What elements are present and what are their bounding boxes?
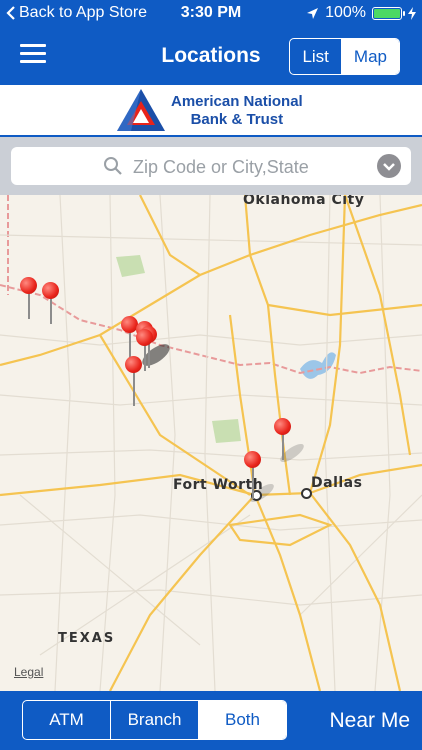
search-icon bbox=[104, 157, 122, 175]
nav-bar: Locations List Map bbox=[0, 28, 422, 85]
map-label-texas: TEXAS bbox=[58, 631, 116, 646]
map-view[interactable]: Oklahoma City Fort Worth Dallas TEXAS Le… bbox=[0, 195, 422, 691]
location-pin[interactable] bbox=[274, 418, 292, 462]
location-pin[interactable] bbox=[125, 356, 143, 406]
view-toggle: List Map bbox=[289, 38, 400, 75]
search-dropdown-button[interactable] bbox=[377, 154, 401, 178]
chevron-down-icon bbox=[383, 163, 395, 171]
location-pin[interactable] bbox=[42, 282, 60, 326]
hamburger-menu-icon[interactable] bbox=[20, 44, 46, 64]
city-marker-dallas bbox=[301, 488, 312, 499]
filter-branch-button[interactable]: Branch bbox=[111, 701, 199, 739]
location-arrow-icon bbox=[307, 7, 319, 19]
bank-name: American National Bank & Trust bbox=[171, 93, 303, 129]
map-label-oklahoma-city: Oklahoma City bbox=[243, 195, 365, 208]
near-me-button[interactable]: Near Me bbox=[329, 709, 410, 733]
map-label-dallas: Dallas bbox=[311, 475, 363, 491]
status-bar: Back to App Store 3:30 PM 100% bbox=[0, 0, 422, 28]
bank-name-line2: Bank & Trust bbox=[190, 111, 284, 128]
filter-both-button[interactable]: Both bbox=[199, 701, 286, 739]
map-base bbox=[0, 195, 422, 691]
bank-name-line1: American National bbox=[171, 93, 303, 110]
battery-percent: 100% bbox=[325, 4, 366, 21]
bank-logo-icon bbox=[117, 89, 165, 131]
brand-banner: American National Bank & Trust bbox=[0, 85, 422, 137]
map-view-button[interactable]: Map bbox=[341, 39, 399, 74]
battery-fill bbox=[374, 8, 400, 18]
status-right: 100% bbox=[306, 4, 416, 22]
search-strip bbox=[0, 137, 422, 195]
search-input[interactable] bbox=[131, 147, 385, 187]
search-box bbox=[11, 147, 411, 187]
charging-bolt-icon bbox=[408, 6, 416, 20]
filter-atm-button[interactable]: ATM bbox=[23, 701, 111, 739]
bottom-toolbar: ATM Branch Both Near Me bbox=[0, 691, 422, 750]
top-bar: Back to App Store 3:30 PM 100% Locations… bbox=[0, 0, 422, 85]
legal-link[interactable]: Legal bbox=[14, 665, 43, 679]
type-filter: ATM Branch Both bbox=[22, 700, 287, 740]
battery-icon bbox=[372, 6, 405, 20]
location-pin[interactable] bbox=[244, 451, 262, 499]
list-view-button[interactable]: List bbox=[290, 39, 342, 74]
location-pin[interactable] bbox=[20, 277, 38, 321]
